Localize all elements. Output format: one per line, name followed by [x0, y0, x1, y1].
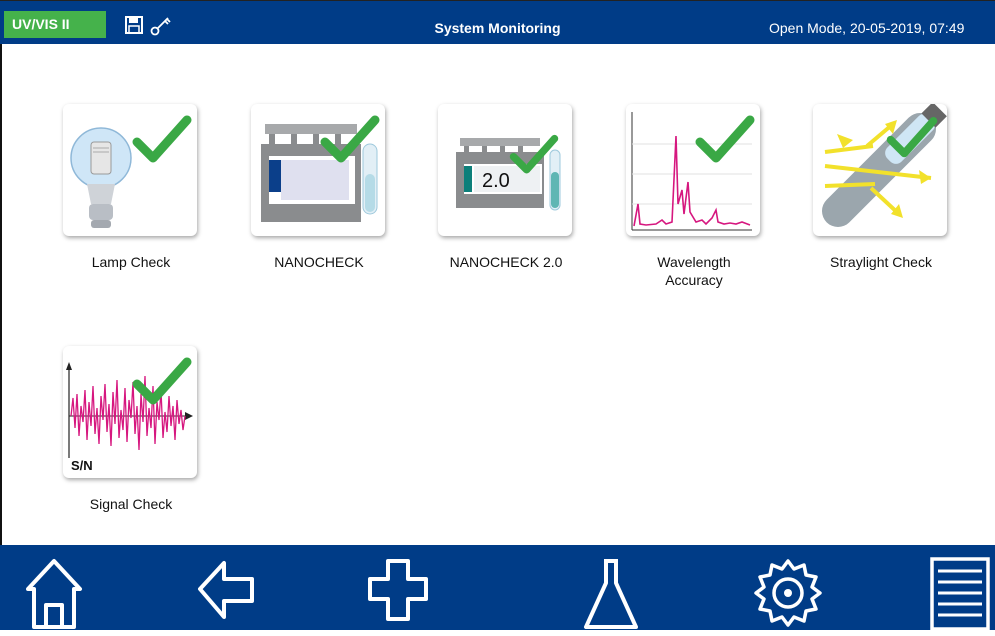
nanocheck-version-text: 2.0 — [482, 170, 510, 192]
signal-noise-text: S/N — [71, 458, 93, 473]
lamp-check-icon[interactable] — [63, 104, 197, 236]
tile-straylight-check[interactable]: Straylight Check — [813, 104, 949, 271]
tile-label: NANOCHECK — [274, 254, 364, 270]
tile-wavelength-accuracy[interactable]: Wavelength Accuracy — [626, 104, 762, 289]
check-icon — [132, 115, 192, 163]
check-icon — [509, 134, 559, 174]
flask-icon[interactable] — [580, 555, 644, 636]
tile-nanocheck[interactable]: NANOCHECK — [251, 104, 387, 271]
wavelength-accuracy-icon[interactable] — [626, 104, 760, 236]
settings-gear-icon[interactable] — [752, 555, 824, 636]
home-icon[interactable] — [22, 555, 86, 636]
status-text: Open Mode, 20-05-2019, 07:49 — [769, 20, 965, 36]
nanocheck-icon[interactable] — [251, 104, 385, 236]
check-icon — [132, 357, 192, 405]
tile-lamp-check[interactable]: Lamp Check — [63, 104, 199, 271]
tile-label: NANOCHECK 2.0 — [449, 254, 563, 270]
screen-frame — [0, 0, 995, 630]
check-icon — [320, 115, 380, 163]
tile-label: Wavelength Accuracy — [657, 254, 731, 288]
check-icon — [695, 115, 755, 163]
top-bar: UV/VIS II System Monitoring Open Mode, 2… — [0, 0, 995, 44]
straylight-check-icon[interactable] — [813, 104, 947, 236]
signal-check-icon[interactable]: S/N — [63, 346, 197, 478]
check-icon — [886, 117, 938, 158]
tile-label: Lamp Check — [91, 254, 171, 270]
bottom-nav-bar — [0, 545, 995, 631]
menu-list-icon[interactable] — [928, 555, 992, 636]
back-arrow-icon[interactable] — [194, 555, 258, 636]
tile-label: Straylight Check — [830, 254, 932, 270]
nanocheck-2-icon[interactable]: 2.0 — [438, 104, 572, 236]
plus-icon[interactable] — [366, 555, 430, 636]
tile-label: Signal Check — [89, 496, 173, 512]
tile-nanocheck-2[interactable]: 2.0 NANOCHECK 2.0 — [438, 104, 574, 271]
tile-signal-check[interactable]: S/N Signal Check — [63, 346, 199, 513]
